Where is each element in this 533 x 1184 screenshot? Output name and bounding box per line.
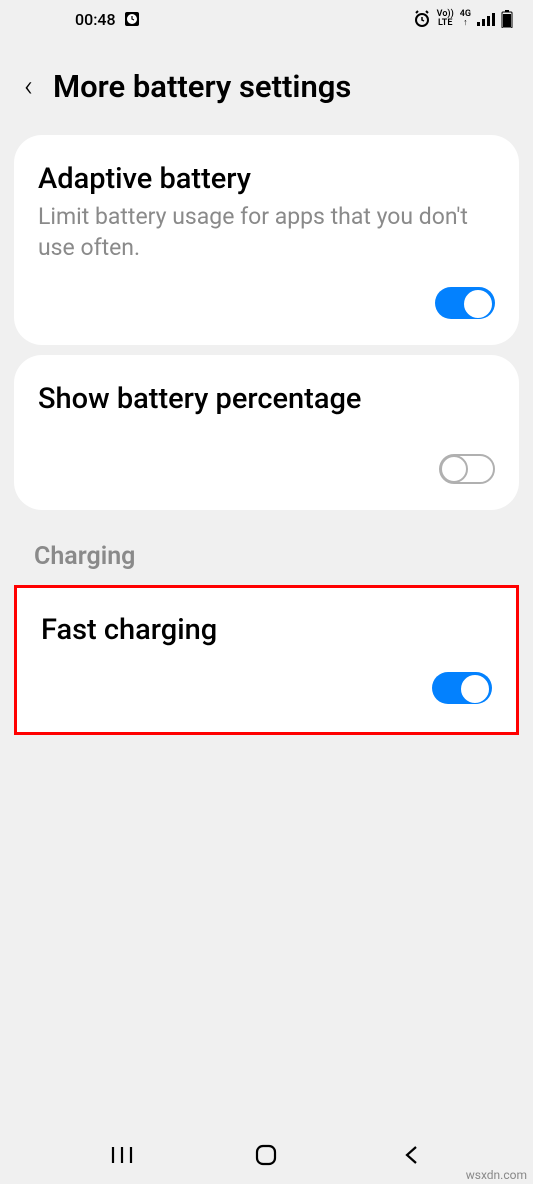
android-nav-bar	[0, 1126, 533, 1184]
page-title: More battery settings	[53, 68, 351, 105]
signal-icon	[477, 12, 495, 26]
setting-show-percentage[interactable]: Show battery percentage	[14, 355, 519, 509]
adaptive-battery-toggle[interactable]	[435, 287, 495, 319]
watermark: wsxdn.com	[466, 1168, 527, 1182]
alarm-icon	[413, 10, 431, 28]
battery-icon	[501, 10, 513, 28]
section-header-charging: Charging	[0, 520, 533, 579]
network-4g-icon: 4G↑	[460, 10, 471, 28]
setting-description: Limit battery usage for apps that you do…	[38, 201, 495, 263]
setting-title: Show battery percentage	[38, 381, 495, 417]
show-percentage-toggle[interactable]	[439, 454, 495, 484]
status-right: Vo))LTE 4G↑	[413, 10, 513, 28]
clock-app-icon	[124, 11, 140, 27]
back-button[interactable]: ‹	[24, 72, 33, 102]
status-time: 00:48	[75, 10, 116, 29]
volte-icon: Vo))LTE	[437, 10, 454, 28]
page-header: ‹ More battery settings	[0, 38, 533, 125]
setting-fast-charging[interactable]: Fast charging	[14, 585, 519, 735]
fast-charging-toggle[interactable]	[432, 672, 492, 704]
setting-title: Fast charging	[41, 612, 492, 648]
recents-button[interactable]	[82, 1145, 162, 1165]
setting-adaptive-battery[interactable]: Adaptive battery Limit battery usage for…	[14, 135, 519, 345]
status-left: 00:48	[75, 10, 140, 29]
home-button[interactable]	[226, 1143, 306, 1167]
back-nav-button[interactable]	[371, 1143, 451, 1167]
setting-title: Adaptive battery	[38, 161, 495, 197]
status-bar: 00:48 Vo))LTE 4G↑	[0, 0, 533, 38]
